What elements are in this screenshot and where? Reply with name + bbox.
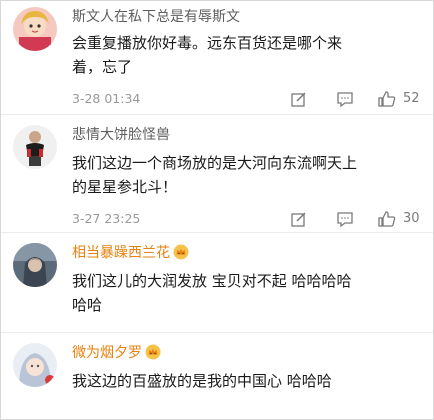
comment-text-line: 的星星参北斗！ — [72, 178, 178, 196]
comment-icon[interactable] — [335, 89, 355, 109]
avatar[interactable] — [13, 7, 57, 51]
avatar[interactable] — [13, 343, 57, 387]
like-button[interactable]: 52 — [377, 89, 424, 109]
comment-meta: 3-28 01:34 52 — [72, 89, 424, 111]
thumbs-up-icon — [378, 91, 396, 107]
comment-text-line: 哈哈 — [72, 296, 103, 314]
comment-text-line: 我们这儿的大润发放 宝贝对不起 哈哈哈哈 — [72, 272, 352, 290]
avatar[interactable] — [13, 243, 57, 287]
username[interactable]: 悲情大饼脸怪兽 — [72, 126, 170, 144]
comment-meta: 3-27 23:25 30 — [72, 209, 424, 231]
crown-emoji-icon — [145, 344, 161, 360]
like-count: 30 — [403, 211, 420, 226]
comment-time: 3-28 01:34 — [72, 91, 141, 106]
comment-text: 我这边的百盛放的是我的中国心 哈哈哈 — [72, 369, 424, 393]
avatar-image — [13, 243, 57, 287]
comment-text-line: 我这边的百盛放的是我的中国心 哈哈哈 — [72, 372, 332, 390]
comment-text: 会重复播放你好毒。远东百货还是哪个来 着，忘了 — [72, 31, 424, 79]
comment-actions: 30 — [289, 209, 424, 231]
avatar-image — [13, 343, 57, 387]
like-button[interactable]: 30 — [377, 209, 424, 229]
avatar-image — [13, 125, 57, 169]
comment-time: 3-27 23:25 — [72, 211, 141, 226]
username-text: 微为烟夕罗 — [72, 345, 142, 361]
crown-emoji-icon — [173, 244, 189, 260]
comment-text: 我们这边一个商场放的是大河向东流啊天上 的星星参北斗！ — [72, 151, 424, 199]
like-count: 52 — [403, 91, 420, 106]
comment-item: 微为烟夕罗 我这边的百盛放的是我的中国心 哈哈哈 — [1, 333, 433, 419]
username[interactable]: 相当暴躁西兰花 — [72, 244, 189, 262]
username-text: 相当暴躁西兰花 — [72, 245, 170, 261]
avatar-image — [13, 7, 57, 51]
thumbs-up-icon — [378, 211, 396, 227]
comment-list: 斯文人在私下总是有辱斯文 会重复播放你好毒。远东百货还是哪个来 着，忘了 3-2… — [0, 0, 434, 420]
comment-text: 我们这儿的大润发放 宝贝对不起 哈哈哈哈 哈哈 — [72, 269, 424, 317]
comment-actions: 52 — [289, 89, 424, 111]
username[interactable]: 微为烟夕罗 — [72, 344, 161, 362]
edit-icon[interactable] — [289, 89, 309, 109]
avatar[interactable] — [13, 125, 57, 169]
comment-item: 斯文人在私下总是有辱斯文 会重复播放你好毒。远东百货还是哪个来 着，忘了 3-2… — [1, 1, 433, 115]
username[interactable]: 斯文人在私下总是有辱斯文 — [72, 8, 240, 26]
edit-icon[interactable] — [289, 209, 309, 229]
comment-item: 相当暴躁西兰花 我们这儿的大润发放 宝贝对不起 哈哈哈哈 哈哈 — [1, 233, 433, 333]
comment-text-line: 着，忘了 — [72, 58, 133, 76]
comment-icon[interactable] — [335, 209, 355, 229]
comment-text-line: 会重复播放你好毒。远东百货还是哪个来 — [72, 34, 343, 52]
comment-item: 悲情大饼脸怪兽 我们这边一个商场放的是大河向东流啊天上 的星星参北斗！ 3-27… — [1, 115, 433, 233]
comment-text-line: 我们这边一个商场放的是大河向东流啊天上 — [72, 154, 358, 172]
